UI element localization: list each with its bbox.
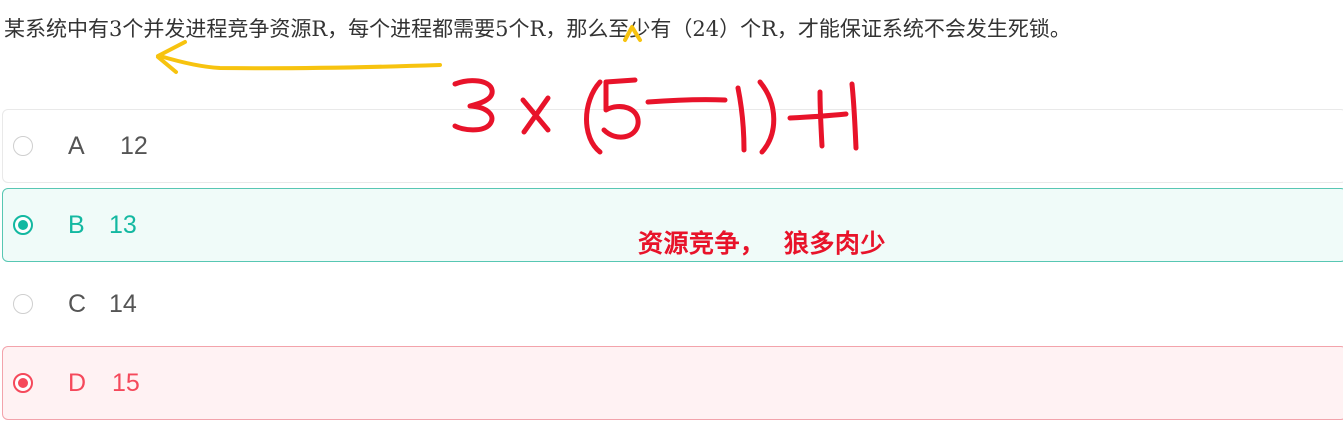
option-d[interactable]: D 15: [2, 346, 1343, 420]
radio-a[interactable]: [13, 136, 33, 156]
option-c-text: 14: [109, 290, 137, 318]
option-c-letter: C: [68, 290, 87, 318]
annotation-note: 资源竞争， 狼多肉少: [638, 229, 886, 258]
option-b-text: 13: [109, 211, 137, 239]
option-a-text: 12: [120, 132, 148, 160]
option-c[interactable]: C 14: [2, 267, 1343, 341]
option-b-letter: B: [68, 211, 85, 239]
minus-sign: [645, 97, 728, 105]
option-a-letter: A: [68, 132, 85, 160]
option-d-text: 15: [112, 369, 140, 397]
radio-dot: [18, 378, 28, 388]
yellow-underline-arrow: [158, 54, 442, 71]
radio-d[interactable]: [13, 373, 33, 393]
radio-c[interactable]: [13, 294, 33, 314]
option-a[interactable]: A 12: [2, 109, 1343, 183]
question-text: 某系统中有3个并发进程竞争资源R，每个进程都需要5个R，那么至少有（24）个R，…: [4, 17, 1071, 41]
radio-dot: [18, 220, 28, 230]
yellow-arrowhead: [156, 40, 187, 74]
radio-b[interactable]: [13, 215, 33, 235]
option-d-letter: D: [68, 369, 87, 397]
